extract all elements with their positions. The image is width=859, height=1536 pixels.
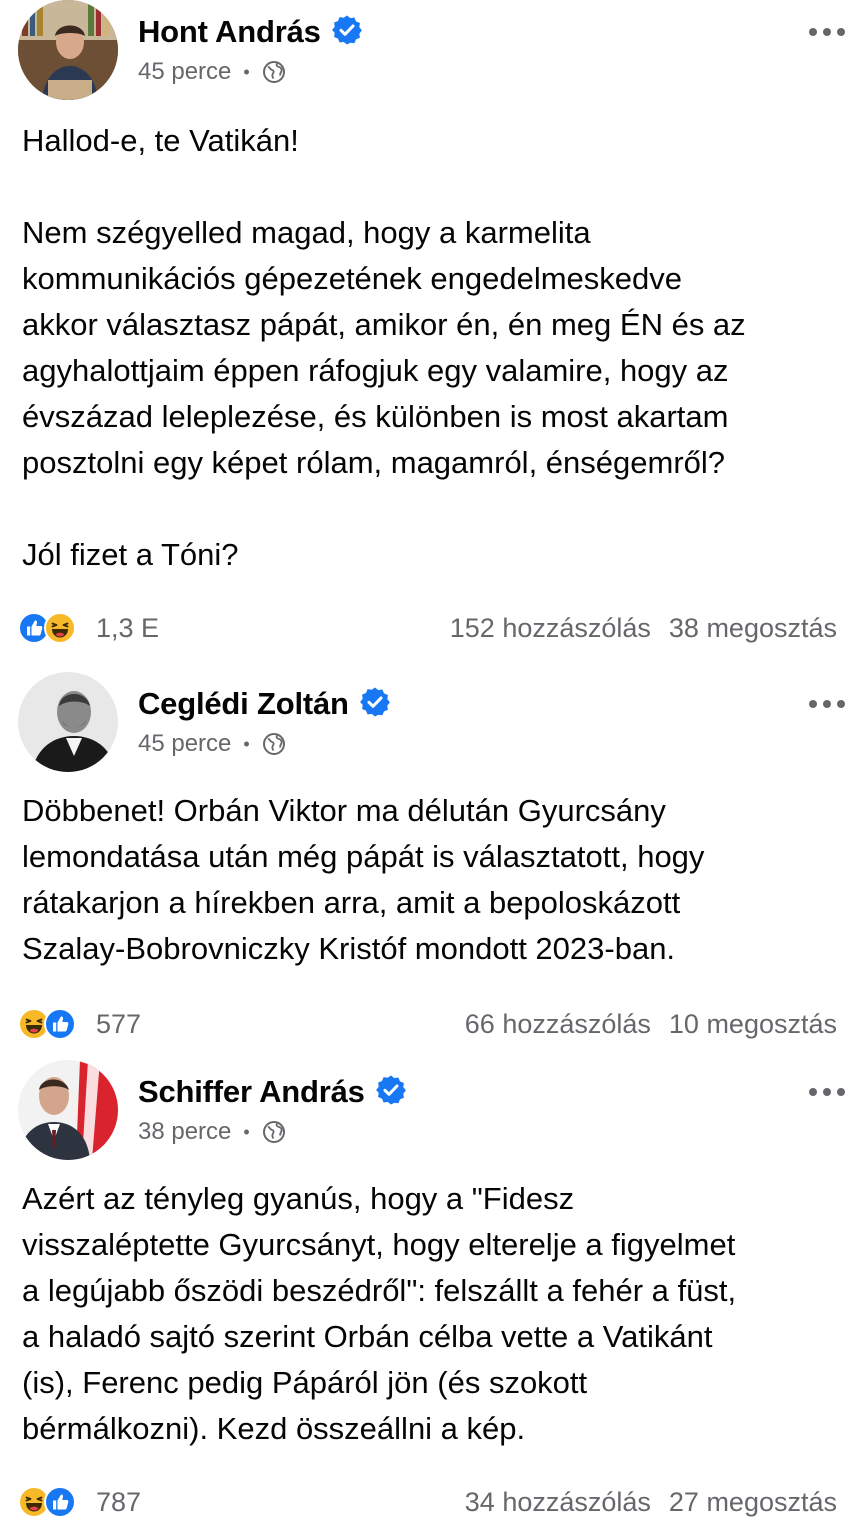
share-count[interactable]: 38 megosztás <box>669 613 837 643</box>
author-avatar[interactable] <box>18 672 118 772</box>
verified-badge-icon <box>375 1074 407 1106</box>
author-avatar[interactable] <box>18 0 118 100</box>
more-options-icon[interactable] <box>809 698 845 710</box>
post-card: Schiffer András 38 perce • Azért az tény… <box>0 1058 859 1536</box>
dot <box>837 1088 845 1096</box>
comment-count[interactable]: 152 hozzászólás <box>450 613 651 643</box>
like-reaction-icon <box>44 1486 76 1518</box>
post-text: Hallod-e, te Vatikán! Nem szégyelled mag… <box>22 123 746 572</box>
author-name-text[interactable]: Hont András <box>138 14 321 49</box>
engagement-counts: 34 hozzászólás 27 megosztás <box>465 1482 837 1522</box>
post-meta: 38 perce • <box>138 1118 286 1146</box>
dot <box>809 700 817 708</box>
post-timestamp[interactable]: 38 perce <box>138 1118 231 1146</box>
globe-icon[interactable] <box>262 732 286 756</box>
post-stats-bar: 787 34 hozzászólás 27 megosztás <box>0 1482 859 1522</box>
separator-dot: • <box>243 1121 250 1142</box>
post-stats-bar: 577 66 hozzászólás 10 megosztás <box>0 1004 859 1044</box>
more-options-icon[interactable] <box>809 1086 845 1098</box>
reaction-icons[interactable] <box>18 1008 76 1040</box>
dot <box>837 28 845 36</box>
comment-count[interactable]: 34 hozzászólás <box>465 1487 651 1517</box>
author-name-text[interactable]: Schiffer András <box>138 1074 365 1109</box>
dot <box>837 700 845 708</box>
post-meta: 45 perce • <box>138 58 286 86</box>
author-name[interactable]: Schiffer András <box>138 1074 407 1110</box>
like-reaction-icon <box>44 1008 76 1040</box>
verified-badge-icon <box>359 686 391 718</box>
reaction-count[interactable]: 1,3 E <box>96 608 159 648</box>
globe-icon[interactable] <box>262 1120 286 1144</box>
post-card: Ceglédi Zoltán 45 perce • Döbbenet! Orbá… <box>0 670 859 1050</box>
dot <box>823 1088 831 1096</box>
author-name[interactable]: Ceglédi Zoltán <box>138 686 391 722</box>
dot <box>809 28 817 36</box>
reaction-count[interactable]: 787 <box>96 1482 141 1522</box>
globe-icon[interactable] <box>262 60 286 84</box>
share-count[interactable]: 10 megosztás <box>669 1009 837 1039</box>
reaction-count[interactable]: 577 <box>96 1004 141 1044</box>
engagement-counts: 152 hozzászólás 38 megosztás <box>450 608 837 648</box>
dot <box>823 700 831 708</box>
share-count[interactable]: 27 megosztás <box>669 1487 837 1517</box>
author-avatar[interactable] <box>18 1060 118 1160</box>
post-timestamp[interactable]: 45 perce <box>138 58 231 86</box>
reaction-icons[interactable] <box>18 612 76 644</box>
post-card: Hont András 45 perce • Hallod-e, te Vati… <box>0 0 859 660</box>
dot <box>823 28 831 36</box>
separator-dot: • <box>243 733 250 754</box>
more-options-icon[interactable] <box>809 26 845 38</box>
post-text: Döbbenet! Orbán Viktor ma délután Gyurcs… <box>22 793 705 966</box>
dot <box>809 1088 817 1096</box>
haha-reaction-icon <box>44 612 76 644</box>
reaction-icons[interactable] <box>18 1486 76 1518</box>
post-timestamp[interactable]: 45 perce <box>138 730 231 758</box>
comment-count[interactable]: 66 hozzászólás <box>465 1009 651 1039</box>
post-meta: 45 perce • <box>138 730 286 758</box>
post-text: Azért az tényleg gyanús, hogy a "Fidesz … <box>22 1181 737 1446</box>
verified-badge-icon <box>331 14 363 46</box>
separator-dot: • <box>243 61 250 82</box>
engagement-counts: 66 hozzászólás 10 megosztás <box>465 1004 837 1044</box>
author-name[interactable]: Hont András <box>138 14 363 50</box>
post-stats-bar: 1,3 E 152 hozzászólás 38 megosztás <box>0 608 859 648</box>
author-name-text[interactable]: Ceglédi Zoltán <box>138 686 349 721</box>
